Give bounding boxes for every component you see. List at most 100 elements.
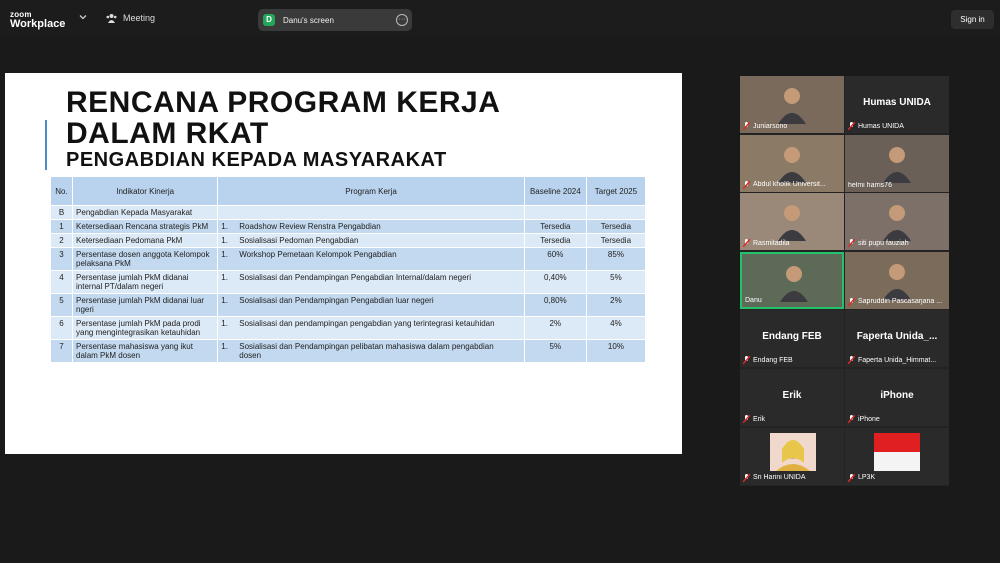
mic-muted-icon xyxy=(743,239,750,248)
participant-tile[interactable]: Erik Erik xyxy=(740,369,844,426)
row-indikator: Persentase mahasiswa yang ikut dalam PkM… xyxy=(72,339,219,363)
participant-video xyxy=(883,146,911,183)
participant-name-label: Danu xyxy=(745,297,762,304)
screen-share-label: Danu's screen xyxy=(283,15,334,25)
row-baseline: 60% xyxy=(523,247,587,271)
row-baseline: 0,40% xyxy=(523,270,587,294)
participant-display-name: Erik xyxy=(782,390,802,401)
participant-name-label: iPhone xyxy=(848,415,880,423)
participant-tile[interactable]: siti pupu fauziah xyxy=(845,193,949,251)
participants-icon xyxy=(106,14,117,23)
flag-avatar xyxy=(874,433,920,471)
row-target: 4% xyxy=(585,316,647,340)
slide-title-line1: RENCANA PROGRAM KERJA xyxy=(66,86,501,119)
mic-muted-icon xyxy=(743,356,750,365)
table-row: 4 Persentase jumlah PkM didanai internal … xyxy=(49,270,647,294)
participant-name-label: Erik xyxy=(743,415,765,423)
participant-video xyxy=(883,205,911,242)
row-target: Tersedia xyxy=(585,219,647,234)
mic-muted-icon xyxy=(848,473,855,482)
mic-muted-icon xyxy=(848,297,855,306)
row-indikator: Persentase jumlah PkM pada prodi yang me… xyxy=(72,316,219,340)
mic-muted-icon xyxy=(848,415,855,423)
zoom-workplace-logo[interactable]: zoom Workplace xyxy=(10,10,65,30)
participant-name-label: LP3K xyxy=(848,473,876,482)
top-bar: zoom Workplace Meeting D Danu's screen ·… xyxy=(0,0,1000,36)
sharer-badge: D xyxy=(263,14,275,26)
row-indikator: Persentase jumlah PkM didanai luar ngeri xyxy=(72,293,219,317)
participant-video xyxy=(778,205,806,242)
program-number: 1. xyxy=(221,319,228,328)
participant-video xyxy=(780,265,808,302)
view-options-pill[interactable]: D Danu's screen ··· xyxy=(258,9,412,31)
row-program: 1. Workshop Pemetaan Kelompok Pengabdian xyxy=(217,247,525,271)
participant-tile[interactable]: Faperta Unida_... Faperta Unida_Himmat... xyxy=(845,310,949,368)
participant-name-label: helmi harris76 xyxy=(848,182,892,189)
row-program: 1. Sosialisasi dan pendampingan pengabdia… xyxy=(217,316,525,340)
participants-gallery: Juniarsono Humas UNIDA Humas UNIDA Abdul kh… xyxy=(740,76,949,486)
row-no: 4 xyxy=(49,270,74,294)
participant-tile[interactable]: Sapruddin Pascasarjana ... xyxy=(845,251,949,309)
participant-video xyxy=(883,263,911,300)
row-target xyxy=(585,205,647,220)
row-indikator: Persentase dosen anggota Kelompok pelaks… xyxy=(72,247,219,271)
participant-tile[interactable]: Rasmitadila xyxy=(740,193,844,251)
chevron-down-icon[interactable] xyxy=(78,12,88,22)
meeting-label: Meeting xyxy=(123,13,156,23)
participant-name-label: Abdul kholik Universit... xyxy=(743,180,826,189)
program-number: 1. xyxy=(221,222,228,231)
table-row: 6 Persentase jumlah PkM pada prodi yang m… xyxy=(49,316,647,340)
row-no: 5 xyxy=(49,293,74,317)
participant-tile[interactable]: Abdul kholik Universit... xyxy=(740,134,844,192)
table-row: 1 Ketersediaan Rencana strategis PkM 1. Roa… xyxy=(49,219,647,234)
mic-muted-icon xyxy=(743,473,750,482)
participant-video xyxy=(778,88,806,124)
mic-muted-icon xyxy=(848,122,855,130)
table-row: 5 Persentase jumlah PkM didanai luar nger… xyxy=(49,293,647,317)
meeting-button[interactable]: Meeting xyxy=(106,13,155,23)
row-no: 1 xyxy=(49,219,74,234)
participant-name-label: Sri Harini UNIDA xyxy=(743,473,806,482)
program-number: 1. xyxy=(221,296,228,305)
row-no: 7 xyxy=(49,339,74,363)
participant-tile[interactable]: iPhone iPhone xyxy=(845,369,949,426)
participant-name: Endang FEB xyxy=(753,356,793,364)
mic-muted-icon xyxy=(848,239,855,248)
participant-tile[interactable]: Humas UNIDA Humas UNIDA xyxy=(845,76,949,133)
row-no: 2 xyxy=(49,233,74,248)
table-row: 3 Persentase dosen anggota Kelompok pelak… xyxy=(49,247,647,271)
mic-muted-icon xyxy=(743,122,750,130)
program-table: No. Indikator Kinerja Program Kerja Base… xyxy=(49,176,647,363)
participant-display-name: Endang FEB xyxy=(762,331,822,343)
table-row: 2 Ketersediaan Pedomana PkM 1. Sosialisasi … xyxy=(49,233,647,248)
row-target: 5% xyxy=(585,270,647,294)
participant-name: Sapruddin Pascasarjana ... xyxy=(858,298,943,306)
header-program: Program Kerja xyxy=(217,176,525,206)
participant-name-label: Endang FEB xyxy=(743,356,793,365)
participant-name: iPhone xyxy=(858,415,880,423)
sign-in-button[interactable]: Sign in xyxy=(951,10,994,29)
row-indikator: Persentase jumlah PkM didanai internal P… xyxy=(72,270,219,294)
row-program xyxy=(217,205,525,220)
participant-tile[interactable]: Danu xyxy=(740,251,844,309)
header-baseline: Baseline 2024 xyxy=(523,176,587,206)
participant-name: Sri Harini UNIDA xyxy=(753,474,806,482)
participant-name: Juniarsono xyxy=(753,122,788,130)
participant-name: Danu xyxy=(745,296,762,304)
more-options-icon[interactable]: ··· xyxy=(396,14,408,26)
participant-tile[interactable]: Juniarsono xyxy=(740,76,844,133)
participant-name: Abdul kholik Universit... xyxy=(753,181,826,189)
row-indikator: Ketersediaan Pedomana PkM xyxy=(72,233,219,248)
slide-title-line2: DALAM RKAT xyxy=(66,117,269,150)
row-no: 3 xyxy=(49,247,74,271)
participant-name: LP3K xyxy=(858,474,876,482)
participant-name: Rasmitadila xyxy=(753,239,790,247)
participant-tile[interactable]: helmi harris76 xyxy=(845,134,949,192)
program-number: 1. xyxy=(221,250,228,259)
slide-accent-line xyxy=(45,120,47,170)
participant-display-name: Humas UNIDA xyxy=(863,97,931,108)
program-text: Sosialisasi dan Pendampingan Pengabdian … xyxy=(239,273,471,282)
row-target: 2% xyxy=(585,293,647,317)
participant-tile[interactable]: Endang FEB Endang FEB xyxy=(740,310,844,368)
row-no: 6 xyxy=(49,316,74,340)
